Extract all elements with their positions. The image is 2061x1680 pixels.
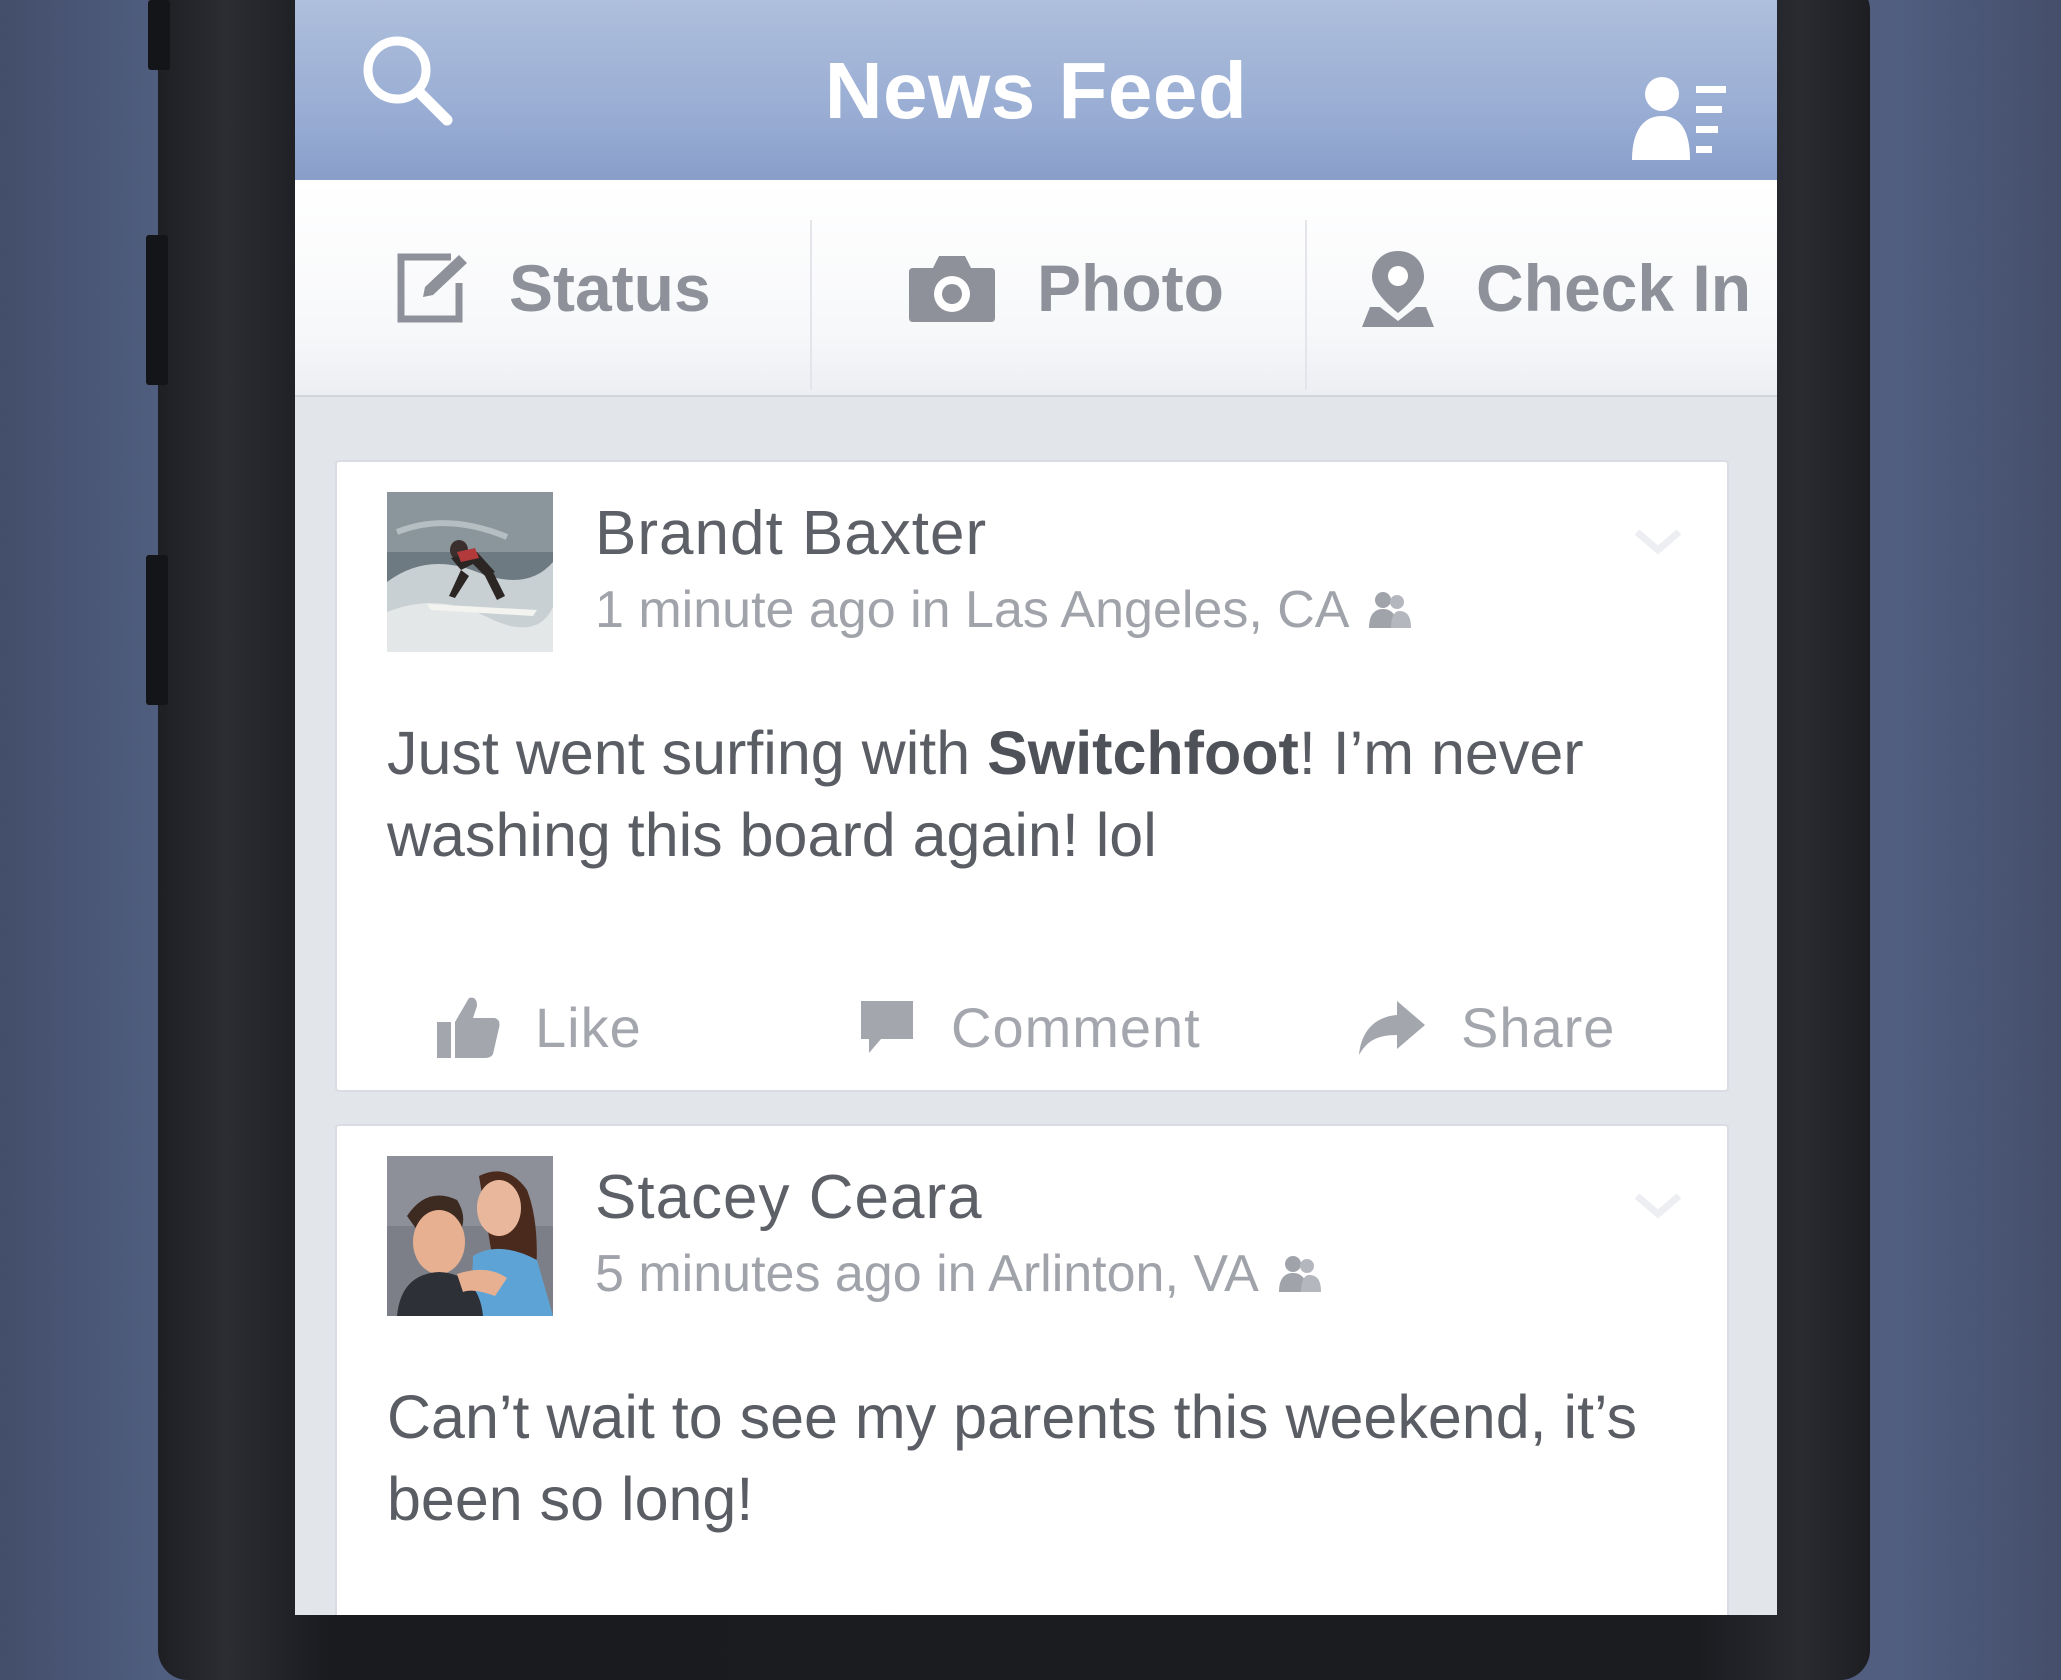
status-button[interactable]: Status <box>395 180 711 395</box>
chevron-down-icon[interactable] <box>1633 1190 1683 1220</box>
post-timestamp-location: 5 minutes ago in Arlinton, VA <box>595 1245 1259 1303</box>
comment-bubble-icon <box>861 1001 913 1053</box>
location-pin-icon <box>1362 250 1434 327</box>
composer-bar: Status Photo Check In <box>295 180 1777 397</box>
composer-divider <box>1305 220 1307 390</box>
post-card: Brandt Baxter 1 minute ago in Las Angele… <box>335 460 1729 1092</box>
post-action-bar: Like Comment Share <box>337 972 1727 1082</box>
phone-mute-switch <box>148 0 170 70</box>
friends-audience-icon <box>1369 590 1413 630</box>
share-button[interactable]: Share <box>1357 972 1615 1082</box>
camera-icon <box>909 255 995 322</box>
post-author[interactable]: Stacey Ceara <box>595 1162 983 1233</box>
composer-divider <box>810 220 812 390</box>
share-arrow-icon <box>1359 1001 1425 1055</box>
app-screen: News Feed Status Photo Check In Brandt B… <box>295 0 1777 1615</box>
post-author[interactable]: Brandt Baxter <box>595 498 987 569</box>
post-text: Can’t wait to see my parents this weeken… <box>387 1383 1637 1533</box>
like-label: Like <box>535 995 642 1059</box>
post-text: Just went surfing with Switchfoot! I’m n… <box>387 719 1584 869</box>
avatar[interactable] <box>387 492 553 652</box>
surfing-photo <box>387 492 553 652</box>
edit-icon <box>397 253 467 322</box>
share-label: Share <box>1461 995 1616 1059</box>
chevron-down-icon[interactable] <box>1633 526 1683 556</box>
post-timestamp-location: 1 minute ago in Las Angeles, CA <box>595 581 1350 639</box>
friend-requests-icon[interactable] <box>1630 72 1730 162</box>
check-in-label: Check In <box>1476 250 1752 325</box>
status-label: Status <box>509 250 711 325</box>
avatar[interactable] <box>387 1156 553 1316</box>
friends-audience-icon <box>1278 1254 1323 1294</box>
tagged-page-link[interactable]: Switchfoot <box>987 719 1299 787</box>
photo-label: Photo <box>1037 250 1224 325</box>
check-in-button[interactable]: Check In <box>1360 180 1751 395</box>
comment-button[interactable]: Comment <box>857 972 1201 1082</box>
phone-volume-down-button <box>146 555 168 705</box>
post-card: Stacey Ceara 5 minutes ago in Arlinton, … <box>335 1124 1729 1615</box>
photo-button[interactable]: Photo <box>907 180 1224 395</box>
comment-label: Comment <box>951 995 1201 1059</box>
page-title: News Feed <box>824 46 1248 135</box>
phone-volume-up-button <box>146 235 168 385</box>
post-meta: 5 minutes ago in Arlinton, VA <box>595 1244 1323 1304</box>
couple-photo <box>387 1156 553 1316</box>
thumbs-up-icon <box>437 997 500 1058</box>
post-meta: 1 minute ago in Las Angeles, CA <box>595 580 1413 640</box>
like-button[interactable]: Like <box>435 972 642 1082</box>
